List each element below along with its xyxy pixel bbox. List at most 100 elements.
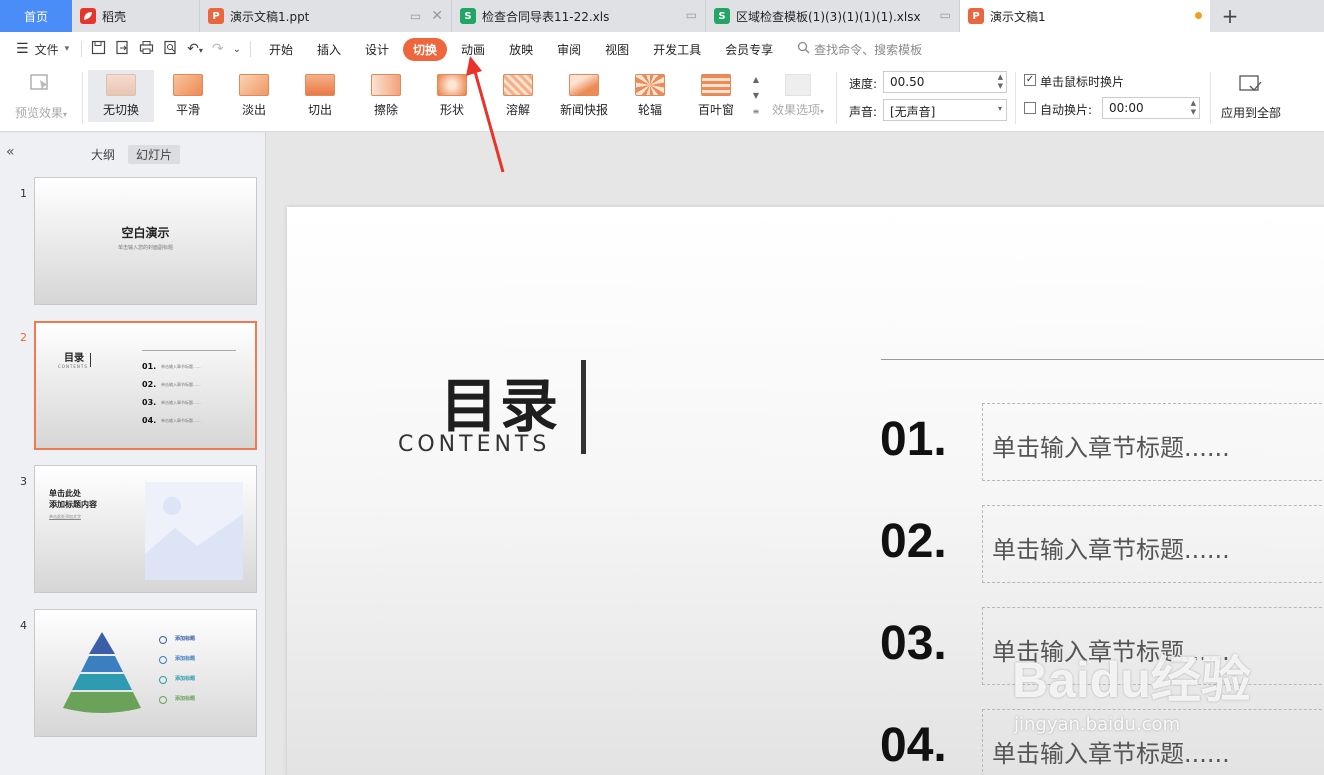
auto-switch-time-input[interactable]: 00:00 ▲ ▼ [1102, 97, 1200, 119]
print-icon[interactable] [139, 40, 154, 59]
header-line [881, 359, 1324, 360]
effect-options-icon [785, 74, 811, 96]
tab-ppt-document[interactable]: P 演示文稿1.ppt ▭ ✕ [200, 0, 452, 32]
command-search[interactable]: 查找命令、搜索模板 [797, 41, 922, 58]
tab-slideshow[interactable]: 放映 [499, 38, 543, 61]
divider [249, 41, 251, 57]
speed-input[interactable]: 00.50 ▲ ▼ [883, 71, 1007, 93]
window-tab-bar: 首页 稻壳 P 演示文稿1.ppt ▭ ✕ S 检查合同导表11-22.xls … [0, 0, 1324, 32]
image-placeholder-icon [145, 482, 243, 583]
tab-member[interactable]: 会员专享 [715, 38, 783, 61]
tab-xls-document-2[interactable]: S 区域检查模板(1)(3)(1)(1)(1).xlsx ▭ [706, 0, 960, 32]
effect-options-button[interactable]: 效果选项▾ [766, 74, 830, 118]
effect-wheel[interactable]: 轮辐 [617, 74, 683, 118]
thumb-item-text: 单击输入章节标题...... [161, 364, 201, 369]
effect-cut[interactable]: 切出 [287, 74, 353, 118]
slide-title[interactable]: 目录 [440, 359, 560, 443]
item-number[interactable]: 04. [880, 718, 947, 773]
chapter-title-box[interactable]: 单击输入章节标题...... [982, 403, 1324, 481]
tab-docer-label: 稻壳 [102, 9, 127, 24]
plus-icon: + [1221, 4, 1239, 28]
tab-home[interactable]: 首页 [0, 0, 72, 32]
redo-icon[interactable]: ↷ [212, 41, 224, 57]
slide-number: 3 [20, 475, 27, 488]
effect-shape[interactable]: 形状 [419, 74, 485, 118]
slide-thumbnail-4[interactable]: 添加标题 添加标题 添加标题 添加标题 [34, 609, 257, 737]
print-preview-icon[interactable] [163, 40, 178, 59]
thumb-label: 添加标题 [175, 636, 196, 642]
pin-icon[interactable]: ▭ [940, 8, 951, 22]
wipe-icon [371, 74, 401, 96]
tab-active-presentation[interactable]: P 演示文稿1 [960, 0, 1210, 32]
effect-newsflash[interactable]: 新闻快报 [551, 74, 617, 118]
tab-outline[interactable]: 大纲 [83, 145, 123, 164]
effects-gallery-scroller[interactable]: ▲ ▼ ≡ [750, 72, 762, 120]
spinner-arrows-icon[interactable]: ▲ ▼ [1191, 99, 1196, 117]
tab-start[interactable]: 开始 [259, 38, 303, 61]
tab-xls-document-1[interactable]: S 检查合同导表11-22.xls ▭ [452, 0, 706, 32]
tab-transition[interactable]: 切换 [403, 37, 448, 61]
effect-blinds[interactable]: 百叶窗 [683, 74, 749, 118]
customize-toolbar-icon[interactable]: ⌄ [233, 44, 241, 55]
tab-docer[interactable]: 稻壳 [72, 0, 200, 32]
thumb-item-num: 04. [142, 416, 157, 425]
export-icon[interactable] [115, 40, 130, 59]
smooth-icon [173, 74, 203, 96]
xls-file-icon: S [714, 8, 730, 24]
thumb-subtitle: CONTENTS [58, 364, 88, 369]
effect-none-label: 无切换 [102, 103, 139, 117]
divider [142, 350, 236, 351]
close-icon[interactable]: ✕ [431, 8, 443, 24]
auto-switch-checkbox[interactable] [1024, 102, 1036, 114]
apply-to-all-button[interactable]: 应用到全部 [1216, 74, 1286, 121]
tab-slides[interactable]: 幻灯片 [128, 145, 181, 164]
item-number[interactable]: 01. [880, 412, 947, 467]
unsaved-dot-icon [1195, 12, 1202, 19]
slide-thumbnail-3[interactable]: 单击此处 添加标题内容 单击此处添加文字 [34, 465, 257, 593]
chapter-title-box[interactable]: 单击输入章节标题...... [982, 505, 1324, 583]
slide-subtitle[interactable]: CONTENTS [398, 432, 550, 457]
tab-animation[interactable]: 动画 [451, 38, 495, 61]
sound-label: 声音: [849, 105, 878, 119]
slide-thumbnail-1[interactable]: 空白演示 单击输入您的封面副标题 [34, 177, 257, 305]
click-switch-checkbox[interactable]: ✓ [1024, 74, 1036, 86]
tab-insert[interactable]: 插入 [307, 38, 351, 61]
effect-dissolve[interactable]: 溶解 [485, 74, 551, 118]
new-tab-button[interactable]: + [1210, 0, 1250, 32]
shape-icon [437, 74, 467, 96]
ppt-file-icon: P [208, 8, 224, 24]
effect-smooth[interactable]: 平滑 [155, 74, 221, 118]
save-icon[interactable] [91, 40, 106, 59]
apply-all-icon [1238, 74, 1264, 99]
watermark-url: jingyan.baidu.com [1014, 714, 1181, 735]
tab-active-presentation-label: 演示文稿1 [990, 9, 1046, 24]
divider [836, 72, 837, 124]
preview-effect-button[interactable]: 预览效果▾ [8, 72, 74, 121]
tab-developer[interactable]: 开发工具 [643, 38, 711, 61]
divider [82, 72, 83, 124]
file-menu-label: 文件 [34, 42, 59, 57]
slide-thumbnail-2[interactable]: 目录 CONTENTS 01. 单击输入章节标题...... 02. 单击输入章… [34, 321, 257, 450]
thumb-label: 添加标题 [175, 656, 196, 662]
pin-icon[interactable]: ▭ [410, 9, 421, 23]
tab-review[interactable]: 审阅 [547, 38, 591, 61]
pyramid-graphic-icon [59, 630, 145, 719]
file-menu[interactable]: ☰ 文件 ▾ [16, 41, 69, 58]
collapse-panel-icon[interactable]: « [6, 144, 15, 160]
effect-none[interactable]: 无切换 [88, 70, 154, 122]
item-number[interactable]: 03. [880, 616, 947, 671]
sound-select[interactable]: [无声音] ▾ [883, 99, 1007, 121]
item-number[interactable]: 02. [880, 514, 947, 569]
tab-design[interactable]: 设计 [355, 38, 399, 61]
undo-icon[interactable]: ↶▾ [187, 41, 203, 57]
slide-number: 1 [20, 187, 27, 200]
thumb-item-num: 03. [142, 398, 157, 407]
blinds-icon [701, 74, 731, 96]
spinner-arrows-icon[interactable]: ▲ ▼ [998, 73, 1003, 91]
tab-view[interactable]: 视图 [595, 38, 639, 61]
effect-fade[interactable]: 淡出 [221, 74, 287, 118]
effect-wipe[interactable]: 擦除 [353, 74, 419, 118]
pin-icon[interactable]: ▭ [686, 8, 697, 22]
effect-options-label: 效果选项▾ [771, 103, 825, 117]
thumb-subtitle: 单击此处添加文字 [49, 514, 81, 519]
